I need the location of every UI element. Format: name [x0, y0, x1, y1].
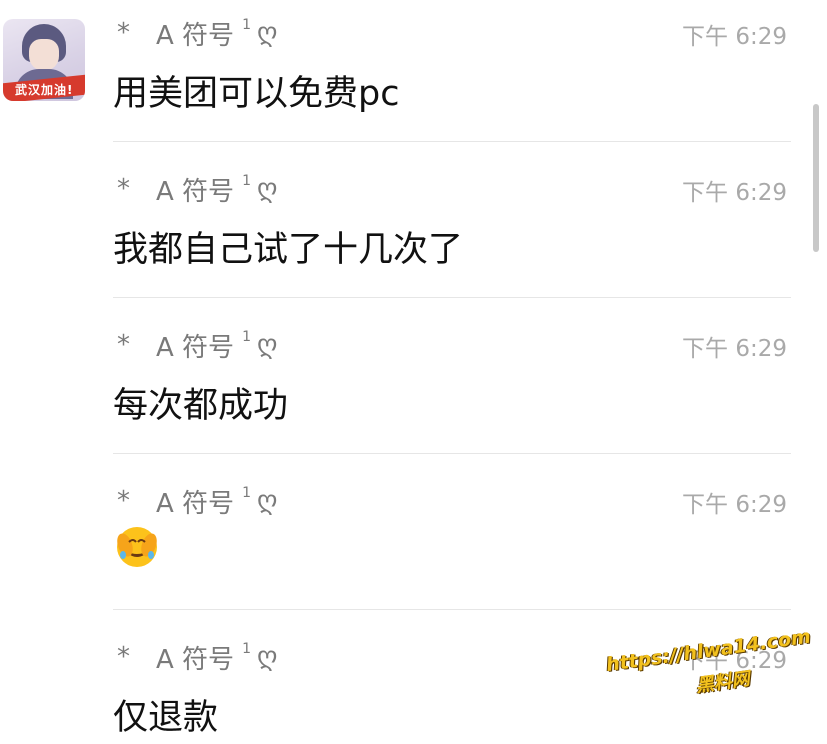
sender-glyph: ღ — [256, 174, 278, 204]
sender-star: * — [117, 642, 130, 672]
sender-label: A 符号 — [156, 488, 235, 519]
message-time: 下午 6:29 — [682, 24, 787, 50]
sender-name[interactable]: * A 符号 1 ღ — [113, 329, 278, 363]
watermark-site: 黑料网 — [694, 668, 752, 697]
sender-label: A 符号 — [156, 20, 235, 51]
message-text[interactable]: 每次都成功 — [113, 377, 288, 428]
face-palm-laughing-emoji[interactable] — [115, 525, 159, 569]
sender-name[interactable]: * A 符号 1 ღ — [113, 641, 278, 675]
sender-star: * — [117, 174, 130, 204]
watermark: https://hlwa14.com 黑料网 — [604, 620, 827, 719]
watermark-url: https://hlwa14.com — [604, 625, 813, 677]
sender-star: * — [117, 18, 130, 48]
sender-superscript: 1 — [242, 17, 251, 33]
sender-name[interactable]: * A 符号 1 ღ — [113, 17, 278, 51]
sender-label: A 符号 — [156, 644, 235, 675]
sender-superscript: 1 — [242, 641, 251, 657]
message-time: 下午 6:29 — [682, 180, 787, 206]
sender-glyph: ღ — [256, 486, 278, 516]
divider — [113, 141, 791, 142]
sender-glyph: ღ — [256, 330, 278, 360]
sender-name[interactable]: * A 符号 1 ღ — [113, 173, 278, 207]
message-text[interactable]: 我都自己试了十几次了 — [113, 221, 463, 272]
sender-superscript: 1 — [242, 173, 251, 189]
message-text[interactable]: 仅退款 — [113, 689, 218, 740]
avatar-face — [29, 39, 59, 71]
sender-superscript: 1 — [242, 329, 251, 345]
divider — [113, 453, 791, 454]
message-time: 下午 6:29 — [682, 492, 787, 518]
sender-glyph: ღ — [256, 642, 278, 672]
sender-name[interactable]: * A 符号 1 ღ — [113, 485, 278, 519]
sender-star: * — [117, 330, 130, 360]
sender-label: A 符号 — [156, 332, 235, 363]
avatar-badge: 武汉加油! — [3, 74, 85, 101]
sender-star: * — [117, 486, 130, 516]
sender-label: A 符号 — [156, 176, 235, 207]
divider — [113, 609, 791, 610]
scrollbar[interactable] — [813, 104, 819, 252]
avatar[interactable]: 武汉加油! — [3, 19, 85, 101]
message-time: 下午 6:29 — [682, 336, 787, 362]
sender-glyph: ღ — [256, 18, 278, 48]
avatar-badge-text: 武汉加油! — [14, 82, 74, 97]
divider — [113, 297, 791, 298]
sender-superscript: 1 — [242, 485, 251, 501]
message-text[interactable]: 用美团可以免费pc — [113, 65, 399, 116]
